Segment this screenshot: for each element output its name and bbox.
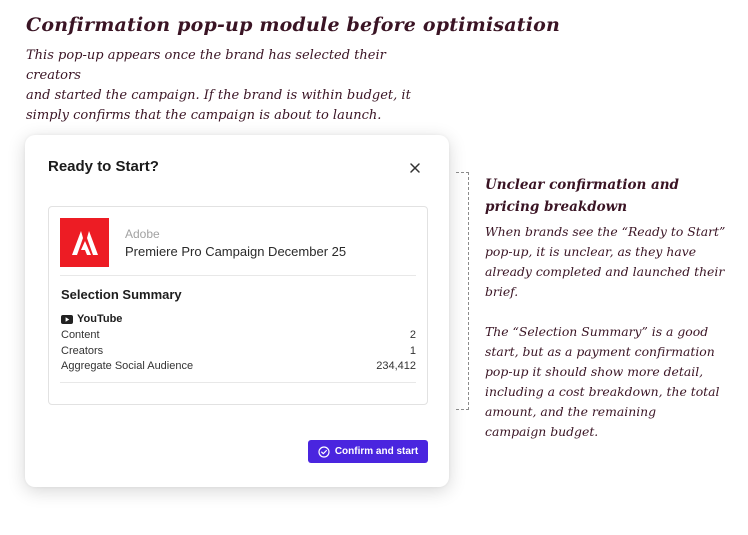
summary-row-value: 1 <box>409 345 416 357</box>
confirm-button-label: Confirm and start <box>334 446 419 457</box>
close-button[interactable] <box>406 159 424 177</box>
check-circle-icon <box>318 445 330 458</box>
divider <box>60 275 416 276</box>
confirm-and-start-button[interactable]: Confirm and start <box>308 440 428 463</box>
annotation-line: start, but as a payment confirmation <box>485 344 715 359</box>
intro-line: This pop-up appears once the brand has s… <box>26 48 386 83</box>
campaign-summary-card: Adobe Premiere Pro Campaign December 25 … <box>48 206 428 405</box>
selection-summary-title: Selection Summary <box>61 287 182 302</box>
summary-row-value: 234,412 <box>376 360 416 372</box>
annotation-bracket <box>456 172 469 410</box>
page-heading: Confirmation pop-up module before optimi… <box>26 14 561 36</box>
annotation-body: When brands see the “Ready to Start” pop… <box>485 222 737 442</box>
close-icon <box>410 163 420 173</box>
summary-row-label: Creators <box>61 345 104 357</box>
annotation-title-line: Unclear confirmation and <box>485 177 679 193</box>
divider <box>60 382 416 383</box>
summary-row: Creators 1 <box>61 345 416 357</box>
annotation-line: When brands see the “Ready to Start” <box>485 224 726 239</box>
summary-row-label: Aggregate Social Audience <box>61 360 194 372</box>
summary-row: Content 2 <box>61 329 416 341</box>
annotation-paragraph: The “Selection Summary” is a good start,… <box>485 322 737 442</box>
summary-row-value: 2 <box>409 329 416 341</box>
platform-row: YouTube <box>61 313 122 325</box>
platform-label: YouTube <box>77 313 123 325</box>
youtube-icon <box>61 314 73 324</box>
annotation-line: pop-up it should show more detail, <box>485 364 704 379</box>
adobe-logo-icon <box>60 218 109 267</box>
intro-line: and started the campaign. If the brand i… <box>26 88 411 103</box>
intro-line: simply confirms that the campaign is abo… <box>26 108 382 123</box>
annotation-title-line: pricing breakdown <box>485 199 628 215</box>
annotation-line: including a cost breakdown, the total <box>485 384 720 399</box>
modal-title: Ready to Start? <box>48 158 159 175</box>
annotation-line: pop-up, it is unclear, as they have <box>485 244 697 259</box>
campaign-name: Premiere Pro Campaign December 25 <box>125 244 347 259</box>
annotation-paragraph: When brands see the “Ready to Start” pop… <box>485 222 737 302</box>
annotation-title: Unclear confirmation and pricing breakdo… <box>485 174 725 218</box>
confirmation-modal: Ready to Start? Adobe Premiere Pro Campa… <box>25 135 449 487</box>
annotation-line: The “Selection Summary” is a good <box>485 324 709 339</box>
annotation-line: amount, and the remaining <box>485 404 657 419</box>
annotation-line: already completed and launched their <box>485 264 725 279</box>
annotation-line: brief. <box>485 284 519 299</box>
intro-text: This pop-up appears once the brand has s… <box>26 46 426 126</box>
summary-row-label: Content <box>61 329 100 341</box>
summary-row: Aggregate Social Audience 234,412 <box>61 360 416 372</box>
annotation-line: campaign budget. <box>485 424 599 439</box>
brand-name: Adobe <box>125 227 160 241</box>
